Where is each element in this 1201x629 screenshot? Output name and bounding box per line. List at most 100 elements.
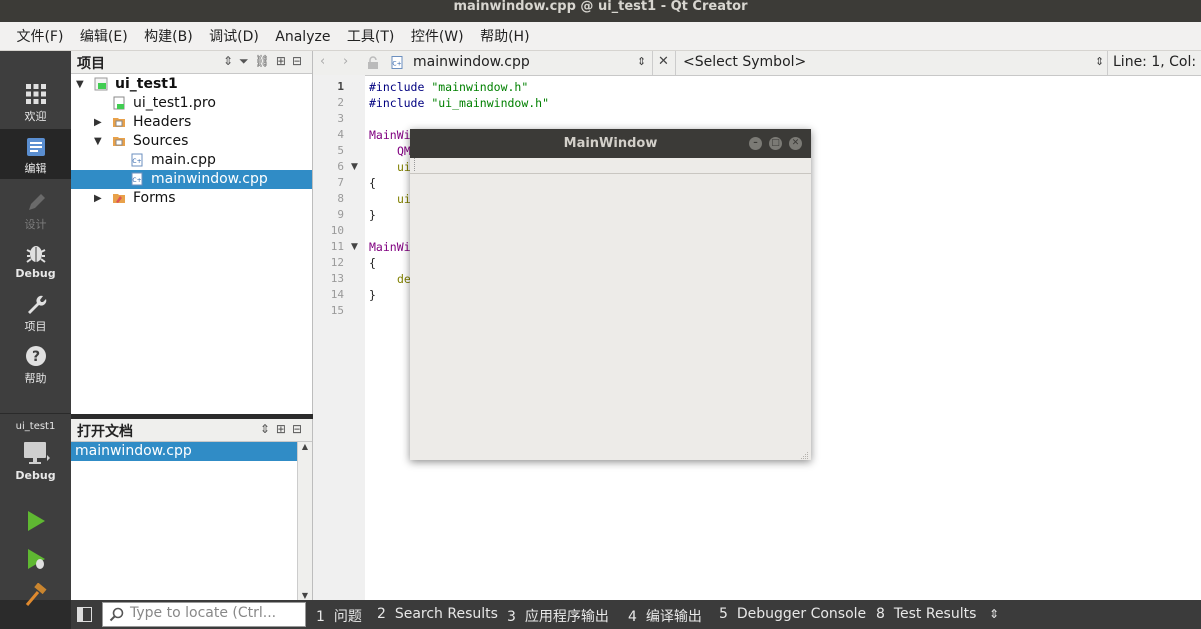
- expanded-arrow-icon[interactable]: ▼: [94, 132, 102, 151]
- line-number: 6: [337, 160, 344, 173]
- tab-issues[interactable]: 1 问题: [316, 606, 362, 626]
- tree-item-mainwindow-cpp[interactable]: C+ mainwindow.cpp: [71, 170, 312, 189]
- tree-item-main-cpp[interactable]: C+ main.cpp: [71, 151, 312, 170]
- menu-edit[interactable]: 编辑(E): [74, 22, 134, 52]
- mode-edit[interactable]: 编辑: [0, 129, 71, 179]
- symbol-selector[interactable]: <Select Symbol>: [683, 54, 806, 70]
- open-document-item[interactable]: mainwindow.cpp: [71, 442, 297, 461]
- menu-widgets[interactable]: 控件(W): [405, 22, 470, 52]
- mode-welcome[interactable]: 欢迎: [0, 83, 71, 124]
- split-icon[interactable]: ⊞: [276, 422, 292, 436]
- editor-file-name[interactable]: mainwindow.cpp: [413, 54, 530, 70]
- code-line[interactable]: MainWi: [369, 240, 411, 254]
- scroll-down-icon[interactable]: ▼: [298, 591, 312, 600]
- tab-label: Search Results: [394, 606, 498, 622]
- link-icon[interactable]: ⛓: [255, 54, 276, 68]
- tree-root-label: ui_test1: [115, 76, 178, 92]
- search-icon: [109, 607, 124, 622]
- fold-arrow-icon[interactable]: ▼: [351, 162, 358, 172]
- kit-selector[interactable]: Debug: [0, 440, 71, 482]
- maximize-icon[interactable]: □: [769, 137, 782, 150]
- resize-grip-icon[interactable]: [799, 448, 809, 459]
- svg-text:C+: C+: [132, 177, 141, 184]
- menu-tools[interactable]: 工具(T): [341, 22, 400, 52]
- collapsed-arrow-icon[interactable]: ▶: [94, 113, 102, 132]
- debug-run-button[interactable]: [0, 547, 71, 574]
- menu-analyze[interactable]: Analyze: [269, 22, 336, 52]
- run-button[interactable]: [0, 509, 71, 536]
- symbol-dropdown-icon[interactable]: ⇕: [1095, 55, 1104, 68]
- line-number: 8: [337, 192, 344, 205]
- expanded-arrow-icon[interactable]: ▼: [76, 75, 84, 94]
- mode-help[interactable]: ? 帮助: [0, 345, 71, 386]
- tree-item-root[interactable]: ▼ ui_test1: [71, 75, 312, 94]
- tree-item-pro[interactable]: ui_test1.pro: [71, 94, 312, 113]
- file-dropdown-icon[interactable]: ⇕: [637, 55, 646, 68]
- menu-help[interactable]: 帮助(H): [474, 22, 535, 52]
- tab-number: 5: [719, 606, 728, 622]
- tab-application-output[interactable]: 3 应用程序输出: [507, 606, 609, 626]
- tree-forms-label: Forms: [133, 190, 176, 206]
- code-line[interactable]: }: [369, 208, 376, 222]
- menu-file[interactable]: 文件(F): [10, 22, 69, 52]
- tab-debugger-console[interactable]: 5 Debugger Console: [719, 606, 866, 622]
- tab-test-results[interactable]: 8 Test Results: [876, 606, 976, 622]
- back-icon[interactable]: ‹: [320, 54, 325, 69]
- cursor-position[interactable]: Line: 1, Col: 1: [1113, 54, 1201, 70]
- code-line[interactable]: #include "mainwindow.h": [369, 80, 528, 94]
- app-main-window[interactable]: MainWindow – □ ✕: [410, 129, 811, 460]
- tree-item-sources[interactable]: ▼ Sources: [71, 132, 312, 151]
- line-number: 9: [337, 208, 344, 221]
- mode-projects[interactable]: 项目: [0, 293, 71, 334]
- code-line[interactable]: ui: [397, 192, 411, 206]
- code-line[interactable]: }: [369, 288, 376, 302]
- close-panel-icon[interactable]: ⊟: [292, 54, 308, 68]
- filter-icon[interactable]: ⏷: [239, 54, 255, 68]
- scroll-up-icon[interactable]: ▲: [298, 442, 312, 451]
- code-line[interactable]: #include "ui_mainwindow.h": [369, 96, 549, 110]
- tab-number: 3: [507, 609, 516, 625]
- build-button[interactable]: [0, 583, 71, 610]
- code-line[interactable]: de: [397, 272, 411, 286]
- close-icon[interactable]: ✕: [789, 137, 802, 150]
- app-window-titlebar[interactable]: MainWindow – □ ✕: [410, 129, 811, 158]
- collapsed-arrow-icon[interactable]: ▶: [94, 189, 102, 208]
- line-number: 15: [330, 304, 344, 317]
- minimize-icon[interactable]: –: [749, 137, 762, 150]
- code-line[interactable]: QM: [397, 144, 411, 158]
- scrollbar[interactable]: ▲ ▼: [297, 442, 312, 600]
- tab-search-results[interactable]: 2 Search Results: [377, 606, 498, 622]
- code-line[interactable]: {: [369, 256, 376, 270]
- mode-design[interactable]: 设计: [0, 191, 71, 232]
- toggle-sidebar-icon[interactable]: [77, 607, 92, 622]
- folder-icon: [113, 137, 125, 146]
- split-icon[interactable]: ⊞: [276, 54, 292, 68]
- toolbar-handle-icon[interactable]: [414, 158, 419, 171]
- line-number: 10: [330, 224, 344, 237]
- tree-main-label: main.cpp: [151, 152, 216, 168]
- tab-compile-output[interactable]: 4 编译输出: [628, 606, 702, 626]
- close-file-icon[interactable]: ✕: [658, 54, 669, 69]
- updown-icon[interactable]: ⇕: [223, 54, 239, 68]
- close-panel-icon[interactable]: ⊟: [292, 422, 308, 436]
- menu-debug[interactable]: 调试(D): [203, 22, 265, 52]
- more-tabs-icon[interactable]: ⇕: [989, 607, 999, 621]
- forward-icon[interactable]: ›: [343, 54, 348, 69]
- updown-icon[interactable]: ⇕: [260, 422, 276, 436]
- open-documents-header: 打开文档 ⇕⊞⊟: [71, 419, 312, 442]
- code-line[interactable]: MainWi: [369, 128, 411, 142]
- mode-design-label: 设计: [24, 218, 47, 231]
- code-line[interactable]: {: [369, 176, 376, 190]
- tree-item-headers[interactable]: ▶ Headers: [71, 113, 312, 132]
- tab-number: 1: [316, 609, 325, 625]
- fold-arrow-icon[interactable]: ▼: [351, 242, 358, 252]
- locate-input[interactable]: Type to locate (Ctrl...: [102, 602, 306, 627]
- grid-icon: [25, 84, 46, 104]
- menu-build[interactable]: 构建(B): [138, 22, 199, 52]
- line-number: 4: [337, 128, 344, 141]
- tree-item-forms[interactable]: ▶ Forms: [71, 189, 312, 208]
- mode-help-label: 帮助: [24, 372, 47, 385]
- mode-debug[interactable]: Debug: [0, 242, 71, 280]
- code-line[interactable]: ui: [397, 160, 411, 174]
- window-titlebar: mainwindow.cpp @ ui_test1 - Qt Creator: [0, 0, 1201, 22]
